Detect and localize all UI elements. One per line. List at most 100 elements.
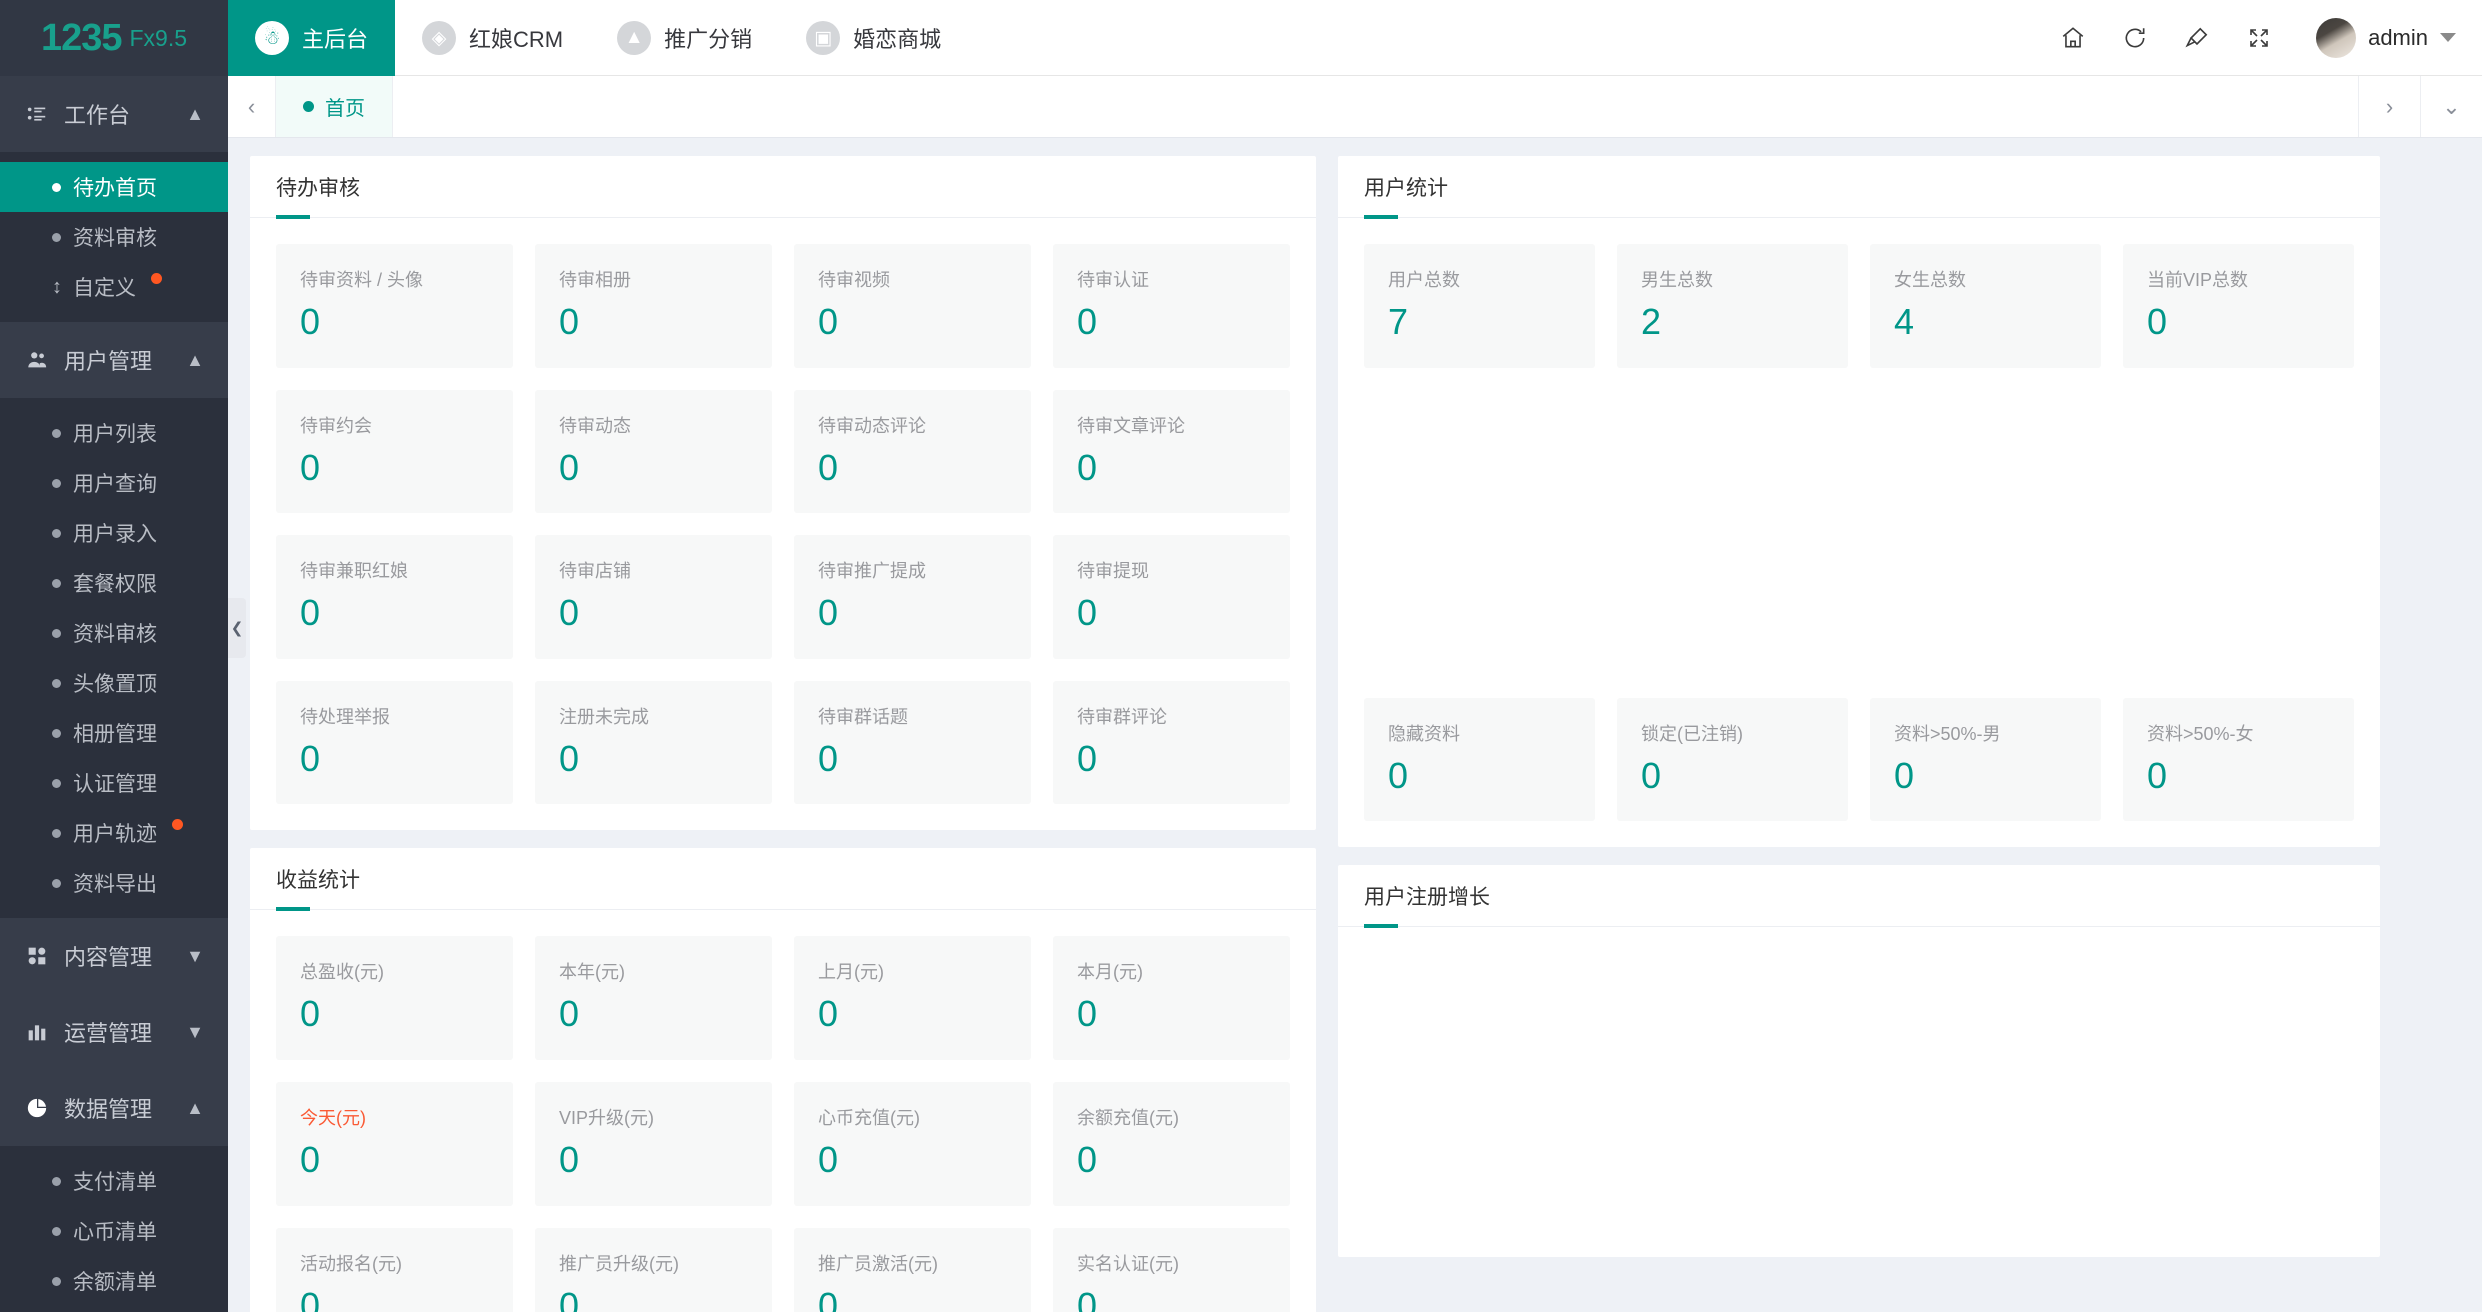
sidebar-group-workbench[interactable]: 工作台 ▲ (0, 76, 228, 152)
sidebar-item-label: 自定义 (73, 277, 136, 300)
theme-brush-icon[interactable] (2166, 0, 2228, 76)
fullscreen-icon[interactable] (2228, 0, 2290, 76)
stat-card[interactable]: 女生总数 4 (1870, 244, 2101, 368)
sidebar-item-label: 套餐权限 (73, 573, 157, 596)
sidebar-item-todo-home[interactable]: 待办首页 (0, 162, 228, 212)
stat-card[interactable]: 待审视频 0 (794, 244, 1031, 368)
stat-card[interactable]: 锁定(已注销) 0 (1617, 697, 1848, 822)
stat-card[interactable]: 注册未完成 0 (535, 680, 772, 805)
stat-card[interactable]: 待处理举报 0 (276, 680, 513, 805)
stat-card[interactable]: 待审认证 0 (1053, 244, 1290, 368)
refresh-icon[interactable] (2104, 0, 2166, 76)
stat-value: 0 (818, 993, 839, 1035)
stat-value: 0 (300, 737, 321, 779)
stat-label: 待审视频 (818, 270, 890, 290)
sidebar-item-label: 资料审核 (73, 227, 157, 250)
stat-value: 0 (559, 446, 580, 488)
stat-card[interactable]: 待审群话题 0 (794, 680, 1031, 805)
sidebar-item-package-permission[interactable]: 套餐权限 (0, 558, 228, 608)
stat-label: 用户总数 (1388, 270, 1460, 290)
stat-value: 0 (818, 446, 839, 488)
stat-card[interactable]: 待审资料 / 头像 0 (276, 244, 513, 368)
sidebar-item-payment-list[interactable]: 支付清单 (0, 1156, 228, 1206)
stat-card[interactable]: 待审店铺 0 (535, 535, 772, 659)
sidebar-item-label: 用户录入 (73, 523, 157, 546)
sidebar-item-profile-review[interactable]: 资料审核 (0, 212, 228, 262)
sidebar-item-album-management[interactable]: 相册管理 (0, 708, 228, 758)
stat-card[interactable]: 待审文章评论 0 (1053, 389, 1290, 514)
panel-registration-growth: 用户注册增长 (1338, 865, 2380, 1258)
sidebar-group-data-management[interactable]: 数据管理 ▲ (0, 1070, 228, 1146)
grid-icon (24, 946, 50, 966)
stat-label: 待审相册 (559, 270, 631, 290)
sidebar-item-coin-list[interactable]: 心币清单 (0, 1206, 228, 1256)
top-tab-label: 婚恋商城 (853, 27, 942, 52)
stat-value: 0 (818, 1284, 839, 1312)
sidebar-item-user-query[interactable]: 用户查询 (0, 458, 228, 508)
stat-card[interactable]: 男生总数 2 (1617, 244, 1848, 368)
bullet-icon (52, 678, 61, 688)
stat-card[interactable]: 当前VIP总数 0 (2123, 244, 2354, 368)
stat-card[interactable]: 待审群评论 0 (1053, 680, 1290, 805)
stat-value: 0 (818, 301, 839, 342)
chevron-left-icon: ❮ (230, 620, 244, 637)
stat-card[interactable]: VIP升级(元) 0 (535, 1081, 772, 1206)
sidebar-item-avatar-pin[interactable]: 头像置顶 (0, 658, 228, 708)
sidebar-collapse-handle[interactable]: ❮ (228, 598, 246, 658)
sidebar-group-content-management[interactable]: 内容管理 ▼ (0, 918, 228, 994)
stat-card[interactable]: 待审兼职红娘 0 (276, 535, 513, 659)
stat-card[interactable]: 本年(元) 0 (535, 936, 772, 1060)
sidebar-item-user-list[interactable]: 用户列表 (0, 408, 228, 458)
sidebar-group-user-management[interactable]: 用户管理 ▲ (0, 322, 228, 398)
sidebar-item-profile-review[interactable]: 资料审核 (0, 608, 228, 658)
status-badge (172, 819, 183, 830)
panel-body: 总盈收(元) 0 本年(元) 0 上月(元) 0 本月(元) 0 今天(元) 0 VIP升… (250, 910, 1316, 1312)
top-tab-promotion[interactable]: ▲ 推广分销 (590, 0, 779, 76)
stat-card[interactable]: 活动报名(元) 0 (276, 1227, 513, 1312)
stat-value: 0 (2147, 301, 2168, 342)
tabstrip-scroll-right-button[interactable]: › (2358, 76, 2420, 137)
stat-label: 推广员升级(元) (559, 1253, 679, 1274)
tabstrip-menu-button[interactable]: ⌄ (2420, 76, 2482, 137)
home-icon[interactable] (2042, 0, 2104, 76)
sidebar-item-custom[interactable]: ↕ 自定义 (0, 262, 228, 312)
sidebar-item-certification[interactable]: 认证管理 (0, 758, 228, 808)
stat-card[interactable]: 今天(元) 0 (276, 1081, 513, 1206)
stat-card[interactable]: 总盈收(元) 0 (276, 936, 513, 1060)
sidebar-item-profile-export[interactable]: 资料导出 (0, 858, 228, 908)
sidebar-item-operation-log[interactable]: 操作日志 (0, 1306, 228, 1312)
sidebar-item-user-entry[interactable]: 用户录入 (0, 508, 228, 558)
stat-value: 0 (1077, 1284, 1098, 1312)
stat-card[interactable]: 待审动态 0 (535, 389, 772, 514)
sidebar-group-operations-management[interactable]: 运营管理 ▼ (0, 994, 228, 1070)
stat-card[interactable]: 待审提现 0 (1053, 535, 1290, 659)
tab-label: 首页 (325, 98, 365, 120)
stat-card[interactable]: 推广员升级(元) 0 (535, 1227, 772, 1312)
stat-card[interactable]: 隐藏资料 0 (1364, 697, 1595, 822)
stat-card[interactable]: 待审相册 0 (535, 244, 772, 368)
app-logo[interactable]: 1235 Fx9.5 (0, 0, 228, 76)
stat-card[interactable]: 资料>50%-男 0 (1870, 697, 2101, 822)
stat-card[interactable]: 待审动态评论 0 (794, 389, 1031, 514)
stat-card[interactable]: 上月(元) 0 (794, 936, 1031, 1060)
user-menu[interactable]: admin (2290, 17, 2456, 58)
stat-label: 待审文章评论 (1077, 415, 1185, 436)
sidebar-item-balance-list[interactable]: 余额清单 (0, 1256, 228, 1306)
tabstrip-scroll-left-button[interactable]: ‹ (228, 76, 276, 137)
stat-value: 0 (1077, 301, 1098, 342)
stat-card[interactable]: 待审推广提成 0 (794, 535, 1031, 659)
stat-card[interactable]: 余额充值(元) 0 (1053, 1081, 1290, 1206)
top-tab-main-admin[interactable]: ☃ 主后台 (228, 0, 396, 76)
tab-home[interactable]: 首页 (276, 76, 393, 137)
stat-card[interactable]: 待审约会 0 (276, 389, 513, 514)
stat-card[interactable]: 推广员激活(元) 0 (794, 1227, 1031, 1312)
stat-card[interactable]: 心币充值(元) 0 (794, 1081, 1031, 1206)
stat-card[interactable]: 资料>50%-女 0 (2123, 697, 2354, 822)
stat-card[interactable]: 实名认证(元) 0 (1053, 1227, 1290, 1312)
stat-card[interactable]: 用户总数 7 (1364, 244, 1595, 368)
top-tab-mall[interactable]: ▣ 婚恋商城 (779, 0, 968, 76)
stat-card[interactable]: 本月(元) 0 (1053, 936, 1290, 1060)
top-tab-crm[interactable]: ◈ 红娘CRM (395, 0, 590, 76)
sidebar-item-user-track[interactable]: 用户轨迹 (0, 808, 228, 858)
stat-value: 0 (300, 592, 321, 634)
